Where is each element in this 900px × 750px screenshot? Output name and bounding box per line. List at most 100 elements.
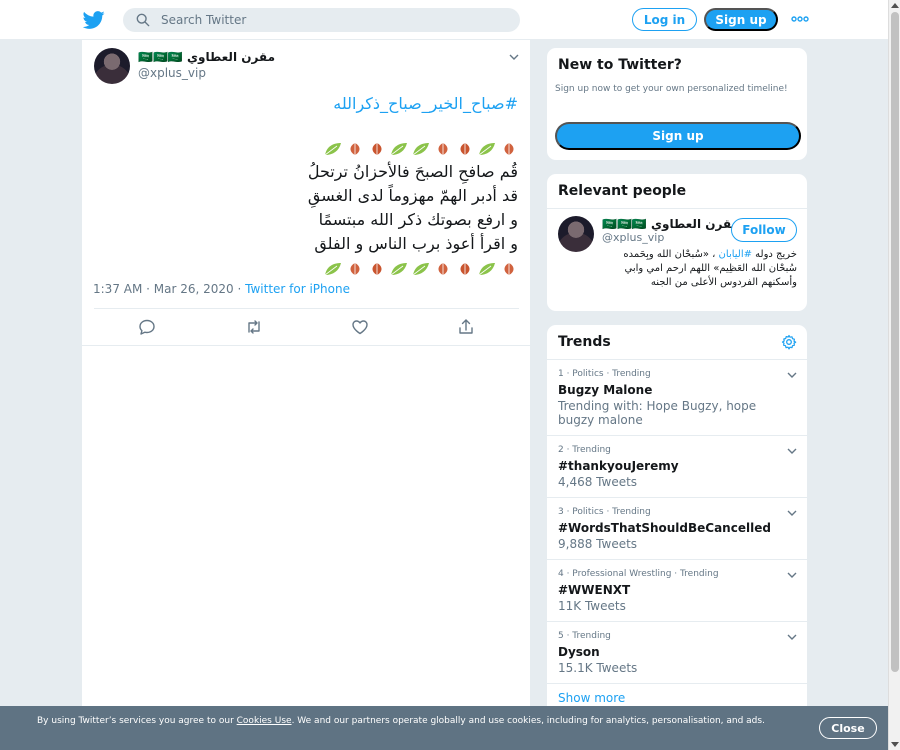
cookies-use-link[interactable]: Cookies Use xyxy=(237,716,292,726)
leaf-brown-icon xyxy=(460,142,470,155)
retweet-icon[interactable] xyxy=(245,318,263,336)
leaf-green-icon xyxy=(324,262,341,275)
top-bar: Log in Sign up xyxy=(0,0,888,40)
divider xyxy=(547,208,807,209)
twitter-bird-icon[interactable] xyxy=(83,9,105,31)
leaf-brown-icon xyxy=(372,142,382,155)
leaf-brown-icon xyxy=(350,142,360,155)
scrollbar-thumb[interactable] xyxy=(891,12,899,672)
trend-info: Trending with: Hope Bugzy, hope bugzy ma… xyxy=(558,399,757,427)
relevant-avatar[interactable] xyxy=(558,216,594,252)
leaf-emoji-row xyxy=(98,256,518,280)
trend-context: 5 · Trending xyxy=(558,631,611,641)
trend-name[interactable]: Bugzy Malone xyxy=(558,383,652,397)
follow-button[interactable]: Follow xyxy=(731,218,797,242)
trend-name[interactable]: #thankyouJeremy xyxy=(558,459,679,473)
author-avatar[interactable] xyxy=(94,48,130,84)
trend-item[interactable]: 2 · Trending #thankyouJeremy 4,468 Tweet… xyxy=(547,435,807,497)
search-input[interactable] xyxy=(161,13,491,27)
bio-text: خريج دوله xyxy=(752,249,797,260)
scroll-down-arrow-icon[interactable] xyxy=(891,742,899,747)
trend-info: 9,888 Tweets xyxy=(558,537,638,551)
leaf-brown-icon xyxy=(504,262,514,275)
relevant-bio: خريج دوله #اليابان ، «سُبحْان الله وبِحَ… xyxy=(597,248,797,290)
like-heart-icon[interactable] xyxy=(351,318,369,336)
bio-hashtag-link[interactable]: #اليابان xyxy=(719,249,752,260)
trend-name[interactable]: #WordsThatShouldBeCancelled xyxy=(558,521,771,535)
cookie-text-part: . We and our partners operate globally a… xyxy=(291,716,765,726)
cookie-text: By using Twitter’s services you agree to… xyxy=(37,714,797,728)
meta-separator: · xyxy=(233,282,246,296)
login-button[interactable]: Log in xyxy=(632,8,697,31)
poem-line: و ارفع بصوتك ذكر الله مبتسمًا xyxy=(318,210,518,229)
show-more-link[interactable]: Show more xyxy=(558,691,625,705)
trends-title: Trends xyxy=(558,334,611,350)
leaf-green-icon xyxy=(324,142,341,155)
new-to-twitter-subtitle: Sign up now to get your own personalized… xyxy=(555,84,788,94)
leaf-brown-icon xyxy=(438,262,448,275)
poem-line: قُم صافحِ الصبحَ فالأحزانُ ترتحلُ xyxy=(307,162,518,181)
page-scrollbar[interactable] xyxy=(888,0,900,750)
chevron-down-icon[interactable] xyxy=(787,634,797,640)
reply-icon[interactable] xyxy=(138,318,156,336)
trend-info: 4,468 Tweets xyxy=(558,475,638,489)
trend-info: 15.1K Tweets xyxy=(558,661,638,675)
more-dots-icon[interactable] xyxy=(791,14,809,24)
trend-context: 4 · Professional Wrestling · Trending xyxy=(558,569,719,579)
scroll-up-arrow-icon[interactable] xyxy=(891,3,899,8)
share-icon[interactable] xyxy=(457,318,475,336)
leaf-green-icon xyxy=(478,142,495,155)
signup-button[interactable]: Sign up xyxy=(704,8,778,31)
trend-context: 1 · Politics · Trending xyxy=(558,369,651,379)
leaf-brown-icon xyxy=(438,142,448,155)
leaf-green-icon xyxy=(390,142,407,155)
leaf-emoji-row xyxy=(98,136,518,160)
sidebar-signup-button[interactable]: Sign up xyxy=(555,122,801,150)
tweet-meta: 1:37 AM · Mar 26, 2020 · Twitter for iPh… xyxy=(93,282,350,296)
divider xyxy=(94,308,519,309)
trend-name[interactable]: #WWENXT xyxy=(558,583,630,597)
tweet-source-link[interactable]: Twitter for iPhone xyxy=(245,282,350,296)
trend-item[interactable]: 3 · Politics · Trending #WordsThatShould… xyxy=(547,497,807,559)
new-to-twitter-card: New to Twitter? Sign up now to get your … xyxy=(546,47,808,161)
relevant-handle[interactable]: @xplus_vip xyxy=(602,231,664,244)
tweet-actions xyxy=(94,318,519,338)
relevant-people-card: Relevant people مقرن العطاوي 🇸🇦🇸🇦🇸🇦 @xpl… xyxy=(546,173,808,312)
cookie-banner: By using Twitter’s services you agree to… xyxy=(0,706,888,750)
leaf-brown-icon xyxy=(504,142,514,155)
trend-name[interactable]: Dyson xyxy=(558,645,600,659)
leaf-brown-icon xyxy=(350,262,360,275)
trend-item[interactable]: 5 · Trending Dyson 15.1K Tweets xyxy=(547,621,807,683)
trend-context: 2 · Trending xyxy=(558,445,611,455)
divider xyxy=(82,345,530,346)
chevron-down-icon[interactable] xyxy=(787,572,797,578)
search-icon xyxy=(136,13,150,27)
tweet-hashtag-link[interactable]: #صباح_الخير_صباح_ذكرالله xyxy=(333,94,518,113)
gear-icon[interactable] xyxy=(781,334,797,350)
trend-item[interactable]: 1 · Politics · Trending Bugzy Malone Tre… xyxy=(547,359,807,435)
leaf-brown-icon xyxy=(372,262,382,275)
relevant-people-title: Relevant people xyxy=(558,183,687,199)
author-name[interactable]: مقرن العطاوي 🇸🇦🇸🇦🇸🇦 xyxy=(138,50,275,64)
chevron-down-icon[interactable] xyxy=(787,448,797,454)
leaf-green-icon xyxy=(412,262,429,275)
poem-line: قد أدبر الهمّ مهزوماً لدى الغسقِ xyxy=(307,186,518,205)
poem-line: و اقرأ أعوذ برب الناس و الفلق xyxy=(314,234,518,253)
chevron-down-icon[interactable] xyxy=(787,372,797,378)
chevron-down-icon[interactable] xyxy=(787,510,797,516)
leaf-green-icon xyxy=(478,262,495,275)
trends-card: Trends 1 · Politics · Trending Bugzy Mal… xyxy=(546,324,808,714)
chevron-down-icon[interactable] xyxy=(509,54,519,60)
tweet-timestamp[interactable]: 1:37 AM · Mar 26, 2020 xyxy=(93,282,234,296)
leaf-brown-icon xyxy=(460,262,470,275)
trend-context: 3 · Politics · Trending xyxy=(558,507,651,517)
cookie-text-part: By using Twitter’s services you agree to… xyxy=(37,716,237,726)
author-handle[interactable]: @xplus_vip xyxy=(138,66,206,80)
relevant-name[interactable]: مقرن العطاوي 🇸🇦🇸🇦🇸🇦 xyxy=(602,217,739,231)
leaf-green-icon xyxy=(390,262,407,275)
leaf-green-icon xyxy=(412,142,429,155)
trend-item[interactable]: 4 · Professional Wrestling · Trending #W… xyxy=(547,559,807,621)
trend-info: 11K Tweets xyxy=(558,599,626,613)
cookie-close-button[interactable]: Close xyxy=(819,717,877,739)
search-bar[interactable] xyxy=(123,8,520,32)
